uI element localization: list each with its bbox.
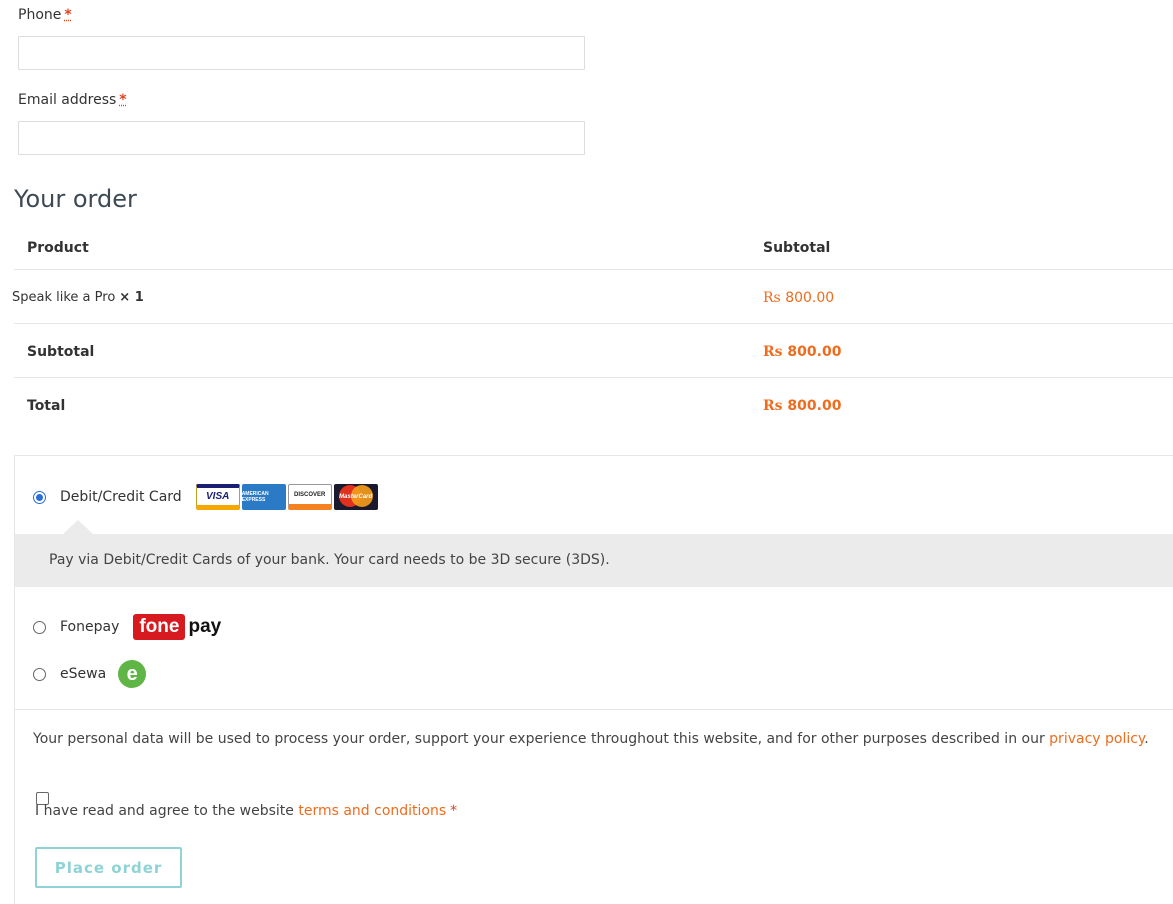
order-item-name: Speak like a Pro [12, 290, 116, 305]
order-review-table: Product Subtotal Speak like a Pro × 1 Rs … [12, 228, 1173, 432]
amex-icon: AMERICAN EXPRESS [241, 484, 286, 510]
total-price: Rs 800.00 [763, 398, 903, 414]
email-label-text: Email address [18, 92, 117, 108]
order-table-header: Product Subtotal [14, 228, 1173, 270]
payment-section: Debit/Credit Card VISA AMERICAN EXPRESS … [14, 455, 1173, 904]
esewa-logo-icon: e [118, 660, 147, 688]
payment-method-fonepay[interactable]: Fonepay fone pay [33, 614, 221, 640]
total-amount: 800.00 [787, 398, 842, 414]
currency-symbol: Rs [763, 344, 783, 360]
fonepay-logo-part2: pay [188, 616, 222, 637]
terms-label: I have read and agree to the website ter… [35, 803, 457, 819]
order-item-qty: × 1 [119, 290, 144, 305]
order-item-row: Speak like a Pro × 1 Rs 800.00 [12, 270, 1173, 324]
payment-method-esewa[interactable]: eSewa e [33, 660, 147, 688]
terms-text: I have read and agree to the website [35, 803, 294, 819]
email-required-mark: * [119, 92, 127, 108]
place-order-button[interactable]: Place order [35, 847, 182, 888]
email-input[interactable] [18, 121, 585, 155]
card-logos: VISA AMERICAN EXPRESS DISCOVER MasterCar… [195, 484, 378, 510]
phone-label-text: Phone [18, 7, 62, 23]
phone-label: Phone * [18, 7, 72, 23]
privacy-end: . [1144, 731, 1149, 747]
payment-method-card[interactable]: Debit/Credit Card VISA AMERICAN EXPRESS … [33, 484, 378, 510]
privacy-policy-link[interactable]: privacy policy [1049, 731, 1144, 747]
esewa-method-label[interactable]: eSewa [60, 666, 106, 682]
order-item-amount: 800.00 [785, 290, 835, 306]
visa-icon: VISA [195, 484, 240, 510]
subtotal-row: Subtotal Rs 800.00 [14, 324, 1173, 378]
currency-symbol: Rs [763, 398, 783, 414]
subtotal-label: Subtotal [27, 344, 95, 360]
card-method-label[interactable]: Debit/Credit Card [60, 489, 182, 505]
total-label: Total [27, 398, 66, 414]
payment-divider [15, 709, 1173, 710]
mastercard-text: MasterCard [339, 494, 373, 500]
total-row: Total Rs 800.00 [14, 378, 1173, 432]
esewa-radio[interactable] [33, 667, 46, 681]
fonepay-logo-icon: fone pay [133, 614, 221, 640]
order-item-price: Rs 800.00 [763, 290, 903, 306]
currency-symbol: Rs [763, 290, 781, 306]
card-radio[interactable] [33, 490, 46, 504]
privacy-text: Your personal data will be used to proce… [33, 731, 1045, 747]
description-arrow [63, 520, 93, 534]
mastercard-icon: MasterCard [333, 484, 378, 510]
subtotal-price: Rs 800.00 [763, 344, 903, 360]
fonepay-logo-part1: fone [133, 614, 186, 640]
phone-required-mark: * [64, 7, 72, 23]
order-heading: Your order [14, 185, 137, 213]
terms-required-mark: * [450, 803, 458, 819]
fonepay-radio[interactable] [33, 620, 46, 634]
discover-icon: DISCOVER [287, 484, 332, 510]
card-method-description: Pay via Debit/Credit Cards of your bank.… [15, 534, 1173, 587]
order-item-name-cell: Speak like a Pro × 1 [12, 290, 144, 305]
email-label: Email address * [18, 92, 127, 108]
fonepay-method-label[interactable]: Fonepay [60, 619, 119, 635]
product-column-header: Product [27, 240, 89, 256]
privacy-notice: Your personal data will be used to proce… [33, 728, 1163, 751]
terms-link[interactable]: terms and conditions [298, 803, 446, 819]
subtotal-amount: 800.00 [787, 344, 842, 360]
subtotal-column-header: Subtotal [763, 240, 831, 256]
phone-input[interactable] [18, 36, 585, 70]
